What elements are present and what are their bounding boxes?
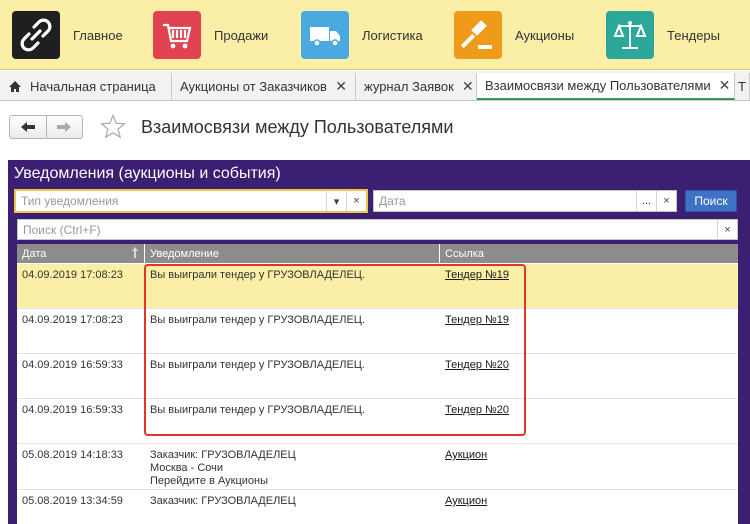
tab-label: Т [738, 79, 746, 94]
row-date: 04.09.2019 16:59:33 [22, 359, 123, 371]
cart-icon [153, 11, 201, 59]
search-button[interactable]: Поиск [685, 190, 737, 212]
date-field[interactable]: Дата ... × [373, 190, 677, 212]
row-notification: Вы выиграли тендер у ГРУЗОВЛАДЕЛЕЦ. [150, 359, 365, 371]
tab-label: журнал Заявок [364, 79, 454, 94]
truck-icon [301, 11, 349, 59]
clear-icon[interactable]: × [346, 191, 366, 211]
row-notification: Заказчик: ГРУЗОВЛАДЕЛЕЦ Москва - Сочи Пе… [150, 449, 296, 488]
tab-requests-journal[interactable]: журнал Заявок ✕ [356, 73, 477, 100]
row-date: 05.08.2019 13:34:59 [22, 495, 123, 507]
row-date: 05.08.2019 14:18:33 [22, 449, 123, 461]
tab-label: Аукционы от Заказчиков [180, 79, 327, 94]
row-link[interactable]: Тендер №20 [445, 404, 509, 417]
tab-label: Взаимосвязи между Пользователями [485, 78, 711, 93]
forward-button[interactable] [45, 116, 82, 138]
notification-type-placeholder: Тип уведомления [21, 194, 119, 208]
row-link[interactable]: Аукцион [445, 495, 487, 508]
page-title: Взаимосвязи между Пользователями [141, 117, 454, 137]
column-header-label: Ссылка [445, 247, 484, 260]
row-link[interactable]: Тендер №20 [445, 359, 509, 372]
tabs-bar: Начальная страница Аукционы от Заказчико… [0, 71, 750, 101]
sections-bar: Главное Продажи Логистика Аукционы Тенде… [0, 0, 750, 70]
close-icon[interactable]: ✕ [719, 77, 731, 94]
row-notification-line: Москва - Сочи [150, 462, 224, 474]
panel-title: Уведомления (аукционы и события) [14, 165, 281, 182]
column-header-notification[interactable]: Уведомление [145, 244, 440, 263]
gavel-icon [454, 11, 502, 59]
tab-customer-auctions[interactable]: Аукционы от Заказчиков ✕ [172, 73, 356, 100]
row-notification: Заказчик: ГРУЗОВЛАДЕЛЕЦ [150, 495, 296, 507]
home-icon [8, 80, 22, 93]
section-label: Аукционы [515, 27, 575, 43]
row-notification: Вы выиграли тендер у ГРУЗОВЛАДЕЛЕЦ. [150, 269, 365, 281]
tab-label: Начальная страница [30, 79, 156, 94]
notifications-table: Дата Уведомление Ссылка 04.09.2019 17:08… [17, 244, 738, 524]
table-header: Дата Уведомление Ссылка [17, 244, 738, 263]
arrow-right-icon [57, 122, 72, 132]
row-notification-line: Заказчик: ГРУЗОВЛАДЕЛЕЦ [150, 449, 296, 461]
row-link[interactable]: Тендер №19 [445, 314, 509, 327]
section-label: Продажи [214, 27, 269, 43]
row-notification: Вы выиграли тендер у ГРУЗОВЛАДЕЛЕЦ. [150, 314, 365, 326]
back-button[interactable] [10, 116, 46, 138]
clear-icon[interactable]: × [656, 191, 676, 211]
favorite-star-icon[interactable] [99, 113, 127, 144]
notification-type-select[interactable]: Тип уведомления ▾ × [14, 189, 368, 213]
table-row[interactable]: 04.09.2019 16:59:33 Вы выиграли тендер у… [17, 354, 738, 399]
section-label: Логистика [362, 27, 423, 43]
row-notification: Вы выиграли тендер у ГРУЗОВЛАДЕЛЕЦ. [150, 404, 365, 416]
row-link[interactable]: Тендер №19 [445, 269, 509, 282]
section-label: Тендеры [667, 27, 721, 43]
row-date: 04.09.2019 17:08:23 [22, 314, 123, 326]
row-date: 04.09.2019 16:59:33 [22, 404, 123, 416]
row-date: 04.09.2019 17:08:23 [22, 269, 123, 281]
date-placeholder: Дата [379, 194, 406, 208]
section-logistics[interactable]: Логистика [301, 10, 423, 60]
table-row[interactable]: 04.09.2019 17:08:23 Вы выиграли тендер у… [17, 264, 738, 309]
arrow-left-icon [20, 122, 35, 132]
row-notification-line: Перейдите в Аукционы [150, 475, 269, 487]
column-header-date[interactable]: Дата [17, 244, 145, 263]
table-row[interactable]: 04.09.2019 16:59:33 Вы выиграли тендер у… [17, 399, 738, 444]
section-label: Главное [73, 27, 123, 43]
app-window: Главное Продажи Логистика Аукционы Тенде… [0, 0, 750, 524]
row-link[interactable]: Аукцион [445, 449, 487, 462]
column-header-link[interactable]: Ссылка [440, 244, 738, 263]
notifications-panel: Уведомления (аукционы и события) Тип уве… [8, 160, 750, 524]
history-nav [9, 115, 83, 139]
section-sales[interactable]: Продажи [153, 10, 268, 60]
link-icon [12, 11, 60, 59]
scales-icon [606, 11, 654, 59]
close-icon[interactable]: ✕ [335, 78, 347, 95]
column-header-label: Дата [22, 247, 47, 260]
sort-arrow-icon [132, 247, 138, 261]
section-tenders[interactable]: Тендеры [606, 10, 720, 60]
tab-overflow[interactable]: Т [735, 73, 750, 100]
table-row[interactable]: 05.08.2019 13:34:59 Заказчик: ГРУЗОВЛАДЕ… [17, 490, 738, 524]
tab-home[interactable]: Начальная страница [0, 73, 172, 100]
table-search-placeholder: Поиск (Ctrl+F) [23, 222, 101, 237]
column-header-label: Уведомление [150, 247, 219, 260]
date-picker-button[interactable]: ... [636, 191, 656, 211]
dropdown-arrow-icon[interactable]: ▾ [326, 191, 346, 211]
close-icon[interactable]: ✕ [462, 78, 474, 95]
table-row[interactable]: 04.09.2019 17:08:23 Вы выиграли тендер у… [17, 309, 738, 354]
clear-icon[interactable]: × [717, 219, 737, 240]
table-row[interactable]: 05.08.2019 14:18:33 Заказчик: ГРУЗОВЛАДЕ… [17, 444, 738, 490]
table-search-input[interactable]: Поиск (Ctrl+F) × [17, 219, 738, 240]
section-main[interactable]: Главное [12, 10, 123, 60]
section-auctions[interactable]: Аукционы [454, 10, 574, 60]
tab-user-relations[interactable]: Взаимосвязи между Пользователями ✕ [477, 73, 735, 100]
